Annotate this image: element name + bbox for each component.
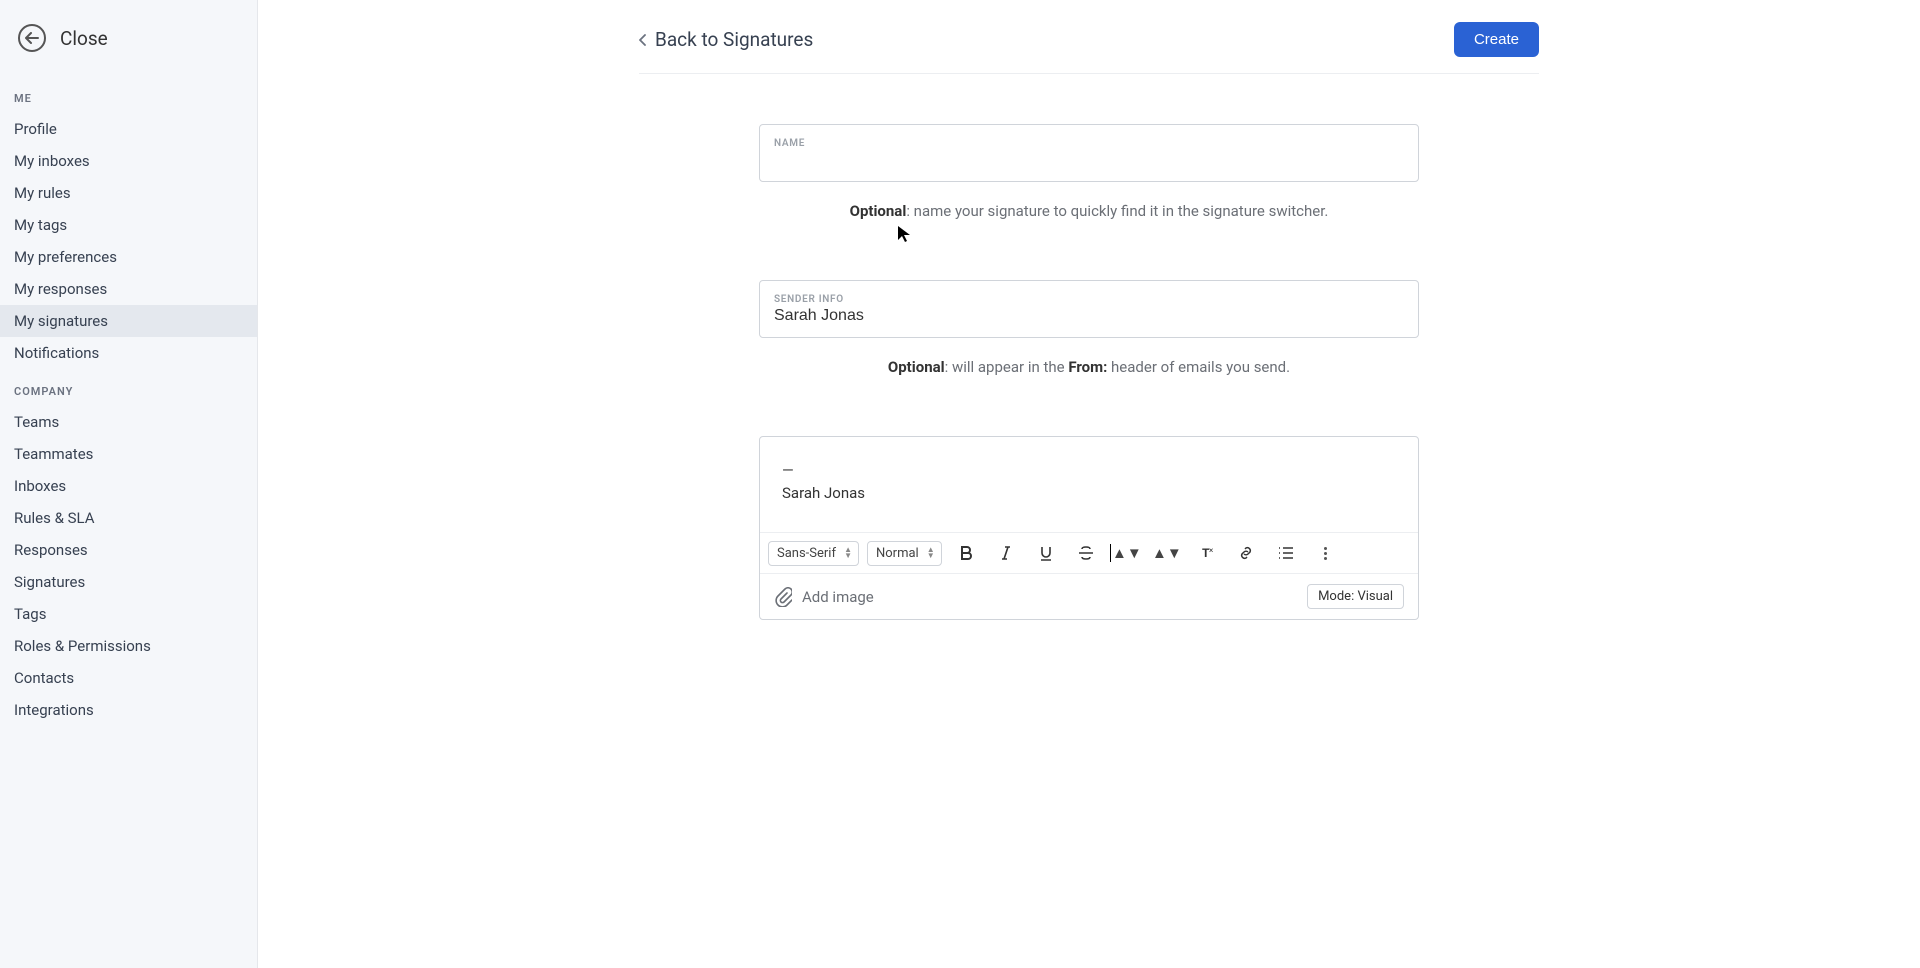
font-family-select[interactable]: Sans-Serif ▲▼ <box>768 541 859 566</box>
signature-editor: — Sarah Jonas Sans-Serif ▲▼ Normal ▲▼ <box>759 436 1419 620</box>
nav-tags-company[interactable]: Tags <box>0 598 257 630</box>
list-button[interactable] <box>1270 539 1302 567</box>
name-field[interactable]: NAME <box>759 124 1419 182</box>
section-me: ME <box>0 76 257 113</box>
name-input[interactable] <box>774 151 1404 169</box>
italic-button[interactable] <box>990 539 1022 567</box>
editor-content[interactable]: — Sarah Jonas <box>760 437 1418 532</box>
close-button[interactable]: Close <box>0 18 257 76</box>
signature-form: NAME Optional: name your signature to qu… <box>759 124 1419 620</box>
nav-profile[interactable]: Profile <box>0 113 257 145</box>
link-button[interactable] <box>1230 539 1262 567</box>
sender-hint-rest: header of emails you send. <box>1107 358 1290 376</box>
nav-teammates[interactable]: Teammates <box>0 438 257 470</box>
settings-sidebar: Close ME Profile My inboxes My rules My … <box>0 0 258 968</box>
sender-hint-strong2: From: <box>1068 358 1107 376</box>
more-vertical-icon <box>1324 547 1327 560</box>
back-link-label: Back to Signatures <box>655 28 813 51</box>
add-image-label: Add image <box>802 588 874 606</box>
nav-signatures[interactable]: Signatures <box>0 566 257 598</box>
strikethrough-button[interactable] <box>1070 539 1102 567</box>
mode-toggle[interactable]: Mode: Visual <box>1307 584 1404 609</box>
nav-my-responses[interactable]: My responses <box>0 273 257 305</box>
page-topbar: Back to Signatures Create <box>639 0 1539 74</box>
name-hint: Optional: name your signature to quickly… <box>759 202 1419 220</box>
nav-notifications[interactable]: Notifications <box>0 337 257 369</box>
nav-integrations[interactable]: Integrations <box>0 694 257 726</box>
nav-responses[interactable]: Responses <box>0 534 257 566</box>
stepper-icon: ▲▼ <box>927 547 935 559</box>
editor-line2: Sarah Jonas <box>782 482 1396 505</box>
close-label: Close <box>60 27 108 50</box>
nav-rules-sla[interactable]: Rules & SLA <box>0 502 257 534</box>
paperclip-icon <box>774 587 792 607</box>
nav-my-preferences[interactable]: My preferences <box>0 241 257 273</box>
stepper-icon: ▲▼ <box>1152 544 1182 562</box>
editor-footer: Add image Mode: Visual <box>760 573 1418 619</box>
font-size-select[interactable]: Normal ▲▼ <box>867 541 942 566</box>
chevron-left-icon <box>639 34 647 46</box>
add-image-button[interactable]: Add image <box>774 587 874 607</box>
font-size-value: Normal <box>876 546 919 561</box>
name-hint-strong: Optional <box>850 202 907 220</box>
stepper-icon: ▲▼ <box>844 547 852 559</box>
svg-text:×: × <box>1209 546 1213 555</box>
nav-my-rules[interactable]: My rules <box>0 177 257 209</box>
nav-roles[interactable]: Roles & Permissions <box>0 630 257 662</box>
stepper-icon: ▲▼ <box>1112 544 1142 562</box>
clear-format-button[interactable]: T× <box>1190 539 1222 567</box>
nav-inboxes[interactable]: Inboxes <box>0 470 257 502</box>
sender-field[interactable]: SENDER INFO <box>759 280 1419 338</box>
underline-button[interactable] <box>1030 539 1062 567</box>
text-color-button[interactable]: ▲▼ <box>1110 539 1142 567</box>
name-hint-rest: : name your signature to quickly find it… <box>906 202 1328 220</box>
sender-input[interactable] <box>774 307 1404 325</box>
bold-button[interactable] <box>950 539 982 567</box>
section-company: COMPANY <box>0 369 257 406</box>
editor-line1: — <box>782 459 1396 482</box>
more-options-button[interactable] <box>1310 539 1342 567</box>
sender-hint-strong1: Optional <box>888 358 945 376</box>
nav-teams[interactable]: Teams <box>0 406 257 438</box>
nav-my-signatures[interactable]: My signatures <box>0 305 257 337</box>
nav-my-tags[interactable]: My tags <box>0 209 257 241</box>
back-link[interactable]: Back to Signatures <box>639 28 813 51</box>
create-button[interactable]: Create <box>1454 22 1539 57</box>
sender-hint: Optional: will appear in the From: heade… <box>759 358 1419 376</box>
nav-my-inboxes[interactable]: My inboxes <box>0 145 257 177</box>
sender-field-label: SENDER INFO <box>774 294 1404 305</box>
editor-toolbar: Sans-Serif ▲▼ Normal ▲▼ <box>760 532 1418 573</box>
nav-contacts[interactable]: Contacts <box>0 662 257 694</box>
back-arrow-icon <box>18 24 46 52</box>
name-field-label: NAME <box>774 138 1404 149</box>
font-family-value: Sans-Serif <box>777 546 836 561</box>
sender-hint-mid: : will appear in the <box>945 358 1069 376</box>
highlight-color-button[interactable]: T ▲▼ <box>1150 539 1182 567</box>
main-content: Back to Signatures Create NAME Optional:… <box>258 0 1920 968</box>
